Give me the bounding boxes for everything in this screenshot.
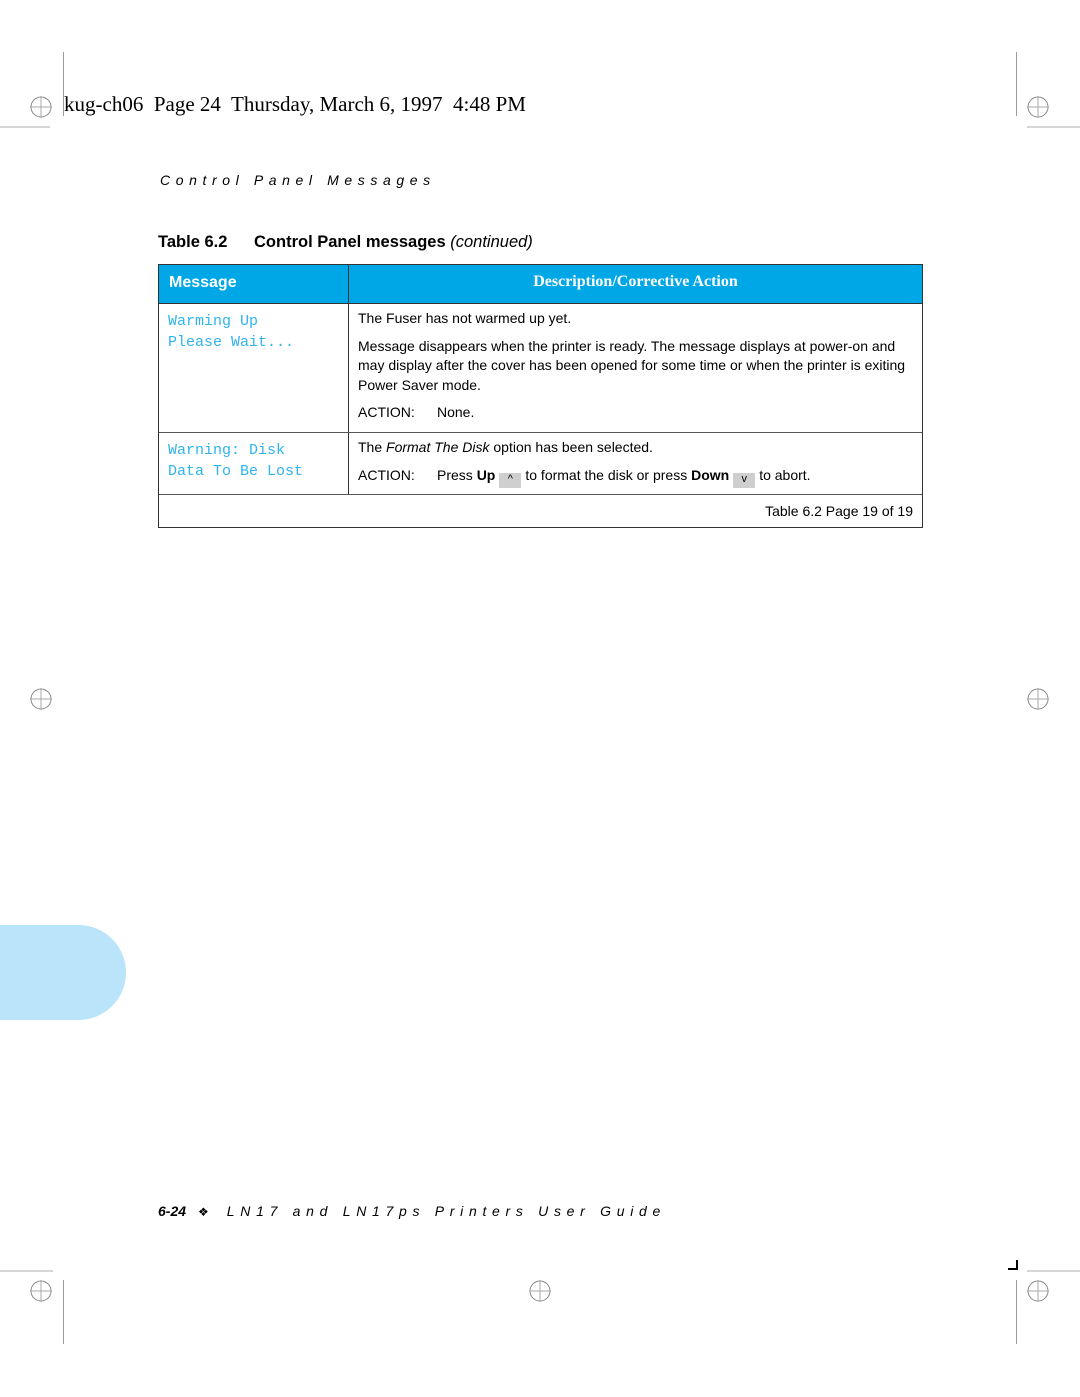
down-key-label: Down bbox=[691, 466, 730, 483]
guide-title: LN17 and LN17ps Printers User Guide bbox=[226, 1203, 666, 1219]
description-cell: The Format The Disk option has been sele… bbox=[349, 433, 922, 494]
table-caption: Table 6.2 Control Panel messages (continu… bbox=[158, 233, 533, 252]
messages-table: Message Description/Corrective Action Wa… bbox=[158, 264, 923, 528]
description-text: The Format The Disk option has been sele… bbox=[358, 438, 914, 458]
action-label: ACTION: bbox=[358, 404, 415, 420]
crop-mark-top-right-horizontal bbox=[1027, 126, 1080, 128]
table-row: Warning: Disk Data To Be Lost The Format… bbox=[159, 433, 922, 495]
page-footer: 6-24 ❖ LN17 and LN17ps Printers User Guide bbox=[158, 1203, 666, 1219]
crop-mark-bottom-left-vertical bbox=[63, 1280, 64, 1344]
action-end: to abort. bbox=[759, 466, 811, 483]
action-press: Press bbox=[437, 466, 473, 483]
up-key-label: Up bbox=[476, 466, 496, 483]
table-header-row: Message Description/Corrective Action bbox=[159, 265, 922, 304]
registration-mark-mid-right-icon bbox=[1027, 688, 1049, 710]
corner-mark bbox=[1008, 1260, 1018, 1270]
lcd-line: Warning: Disk bbox=[168, 442, 286, 459]
registration-mark-bottom-center-icon bbox=[529, 1280, 551, 1302]
description-prefix: The bbox=[358, 439, 387, 455]
table-page-indicator: Table 6.2 Page 19 of 19 bbox=[765, 503, 913, 519]
running-head: Control Panel Messages bbox=[160, 172, 436, 188]
description-cell: The Fuser has not warmed up yet. Message… bbox=[349, 304, 922, 432]
chapter-thumb-tab bbox=[0, 925, 126, 1020]
diamond-separator-icon: ❖ bbox=[198, 1205, 209, 1219]
action-text: None. bbox=[437, 404, 475, 420]
table-continued: (continued) bbox=[450, 233, 533, 251]
crop-mark-top-left-horizontal bbox=[0, 126, 50, 128]
crop-mark-bottom-right-vertical bbox=[1016, 1280, 1017, 1344]
description-suffix: option has been selected. bbox=[489, 439, 653, 455]
up-arrow-key-icon: ^ bbox=[499, 472, 522, 488]
registration-mark-bottom-right-icon bbox=[1027, 1280, 1049, 1302]
action-label: ACTION: bbox=[358, 466, 415, 483]
lcd-line: Warming Up bbox=[168, 313, 259, 330]
action-middle: to format the disk or press bbox=[525, 466, 688, 483]
option-name: Format The Disk bbox=[386, 439, 490, 455]
registration-mark-bottom-left-icon bbox=[30, 1280, 52, 1302]
registration-mark-mid-left-icon bbox=[30, 688, 52, 710]
crop-mark-top-right-vertical bbox=[1016, 52, 1017, 116]
table-title: Control Panel messages bbox=[254, 233, 446, 251]
page-header: kug-ch06 Page 24 Thursday, March 6, 1997… bbox=[64, 92, 526, 116]
description-text: Message disappears when the printer is r… bbox=[358, 337, 906, 393]
action-line: ACTION: Press Up ^ to format the disk or pr… bbox=[358, 466, 914, 488]
lcd-message: Warming Up Please Wait... bbox=[159, 304, 349, 432]
table-footer-row: Table 6.2 Page 19 of 19 bbox=[159, 495, 922, 527]
column-header-message: Message bbox=[159, 265, 349, 303]
registration-mark-top-left-icon bbox=[30, 96, 52, 118]
table-number: Table 6.2 bbox=[158, 233, 228, 251]
column-header-description: Description/Corrective Action bbox=[533, 273, 738, 290]
action-line: ACTION: None. bbox=[358, 403, 914, 423]
lcd-line: Please Wait... bbox=[168, 334, 295, 351]
description-text: The Fuser has not warmed up yet. bbox=[358, 310, 572, 326]
table-row: Warming Up Please Wait... The Fuser has … bbox=[159, 304, 922, 433]
crop-mark-bottom-left-horizontal bbox=[0, 1270, 53, 1272]
registration-mark-top-right-icon bbox=[1027, 96, 1049, 118]
crop-mark-bottom-right-horizontal bbox=[1027, 1270, 1080, 1272]
page-number: 6-24 bbox=[158, 1203, 187, 1219]
lcd-line: Data To Be Lost bbox=[168, 463, 304, 480]
down-arrow-key-icon: v bbox=[733, 472, 756, 488]
lcd-message: Warning: Disk Data To Be Lost bbox=[159, 433, 349, 494]
